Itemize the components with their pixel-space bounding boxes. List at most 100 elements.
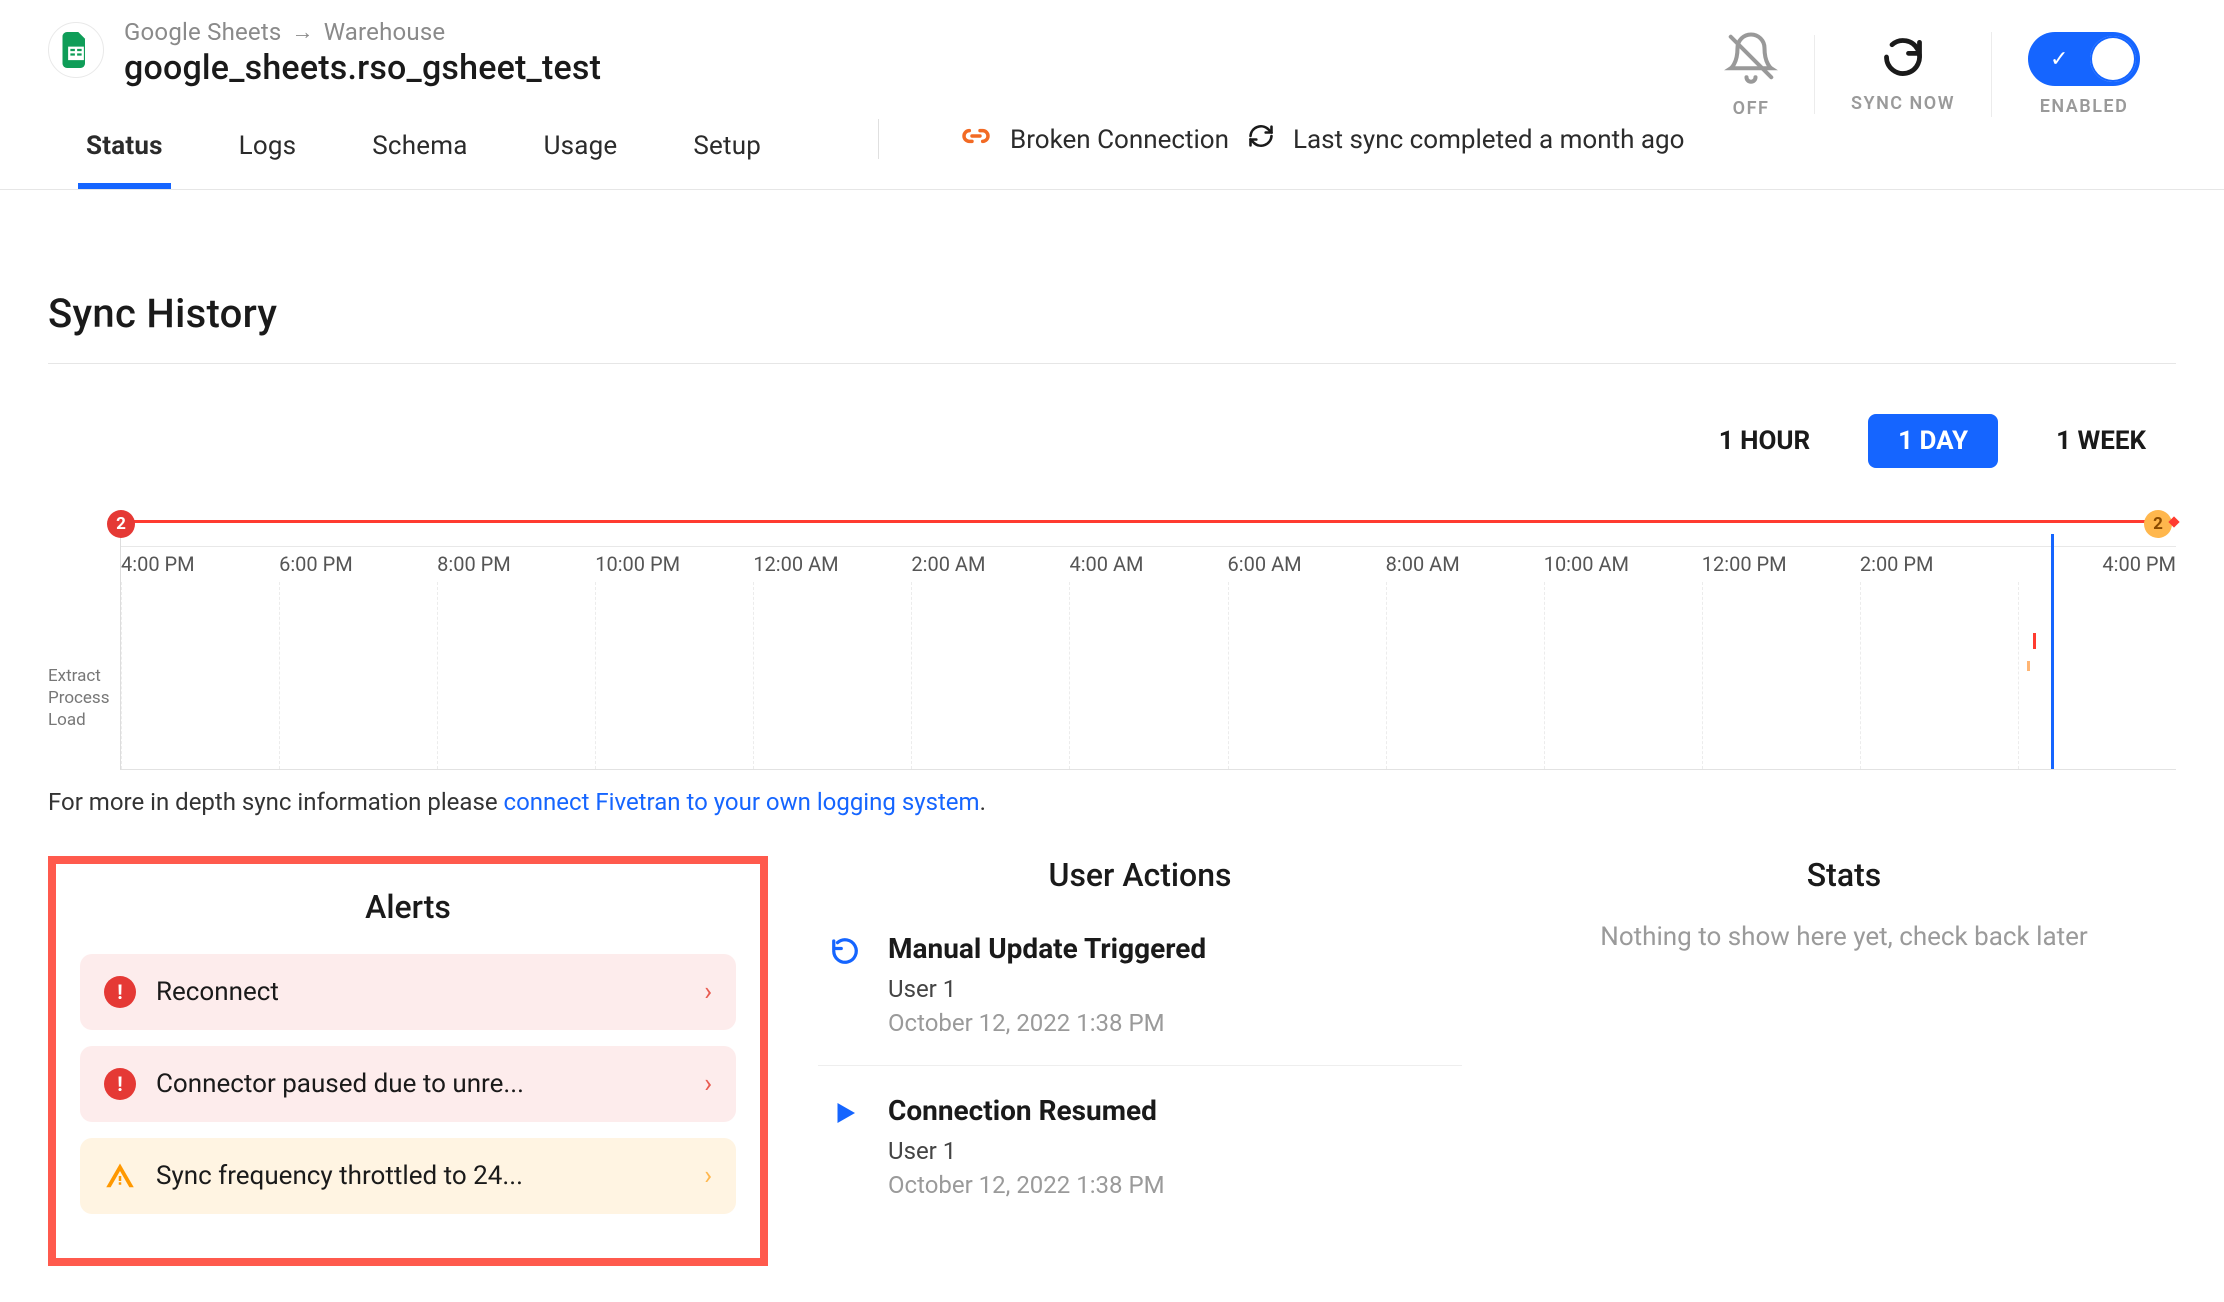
alert-reconnect[interactable]: ! Reconnect › bbox=[80, 954, 736, 1030]
ylabel-process: Process bbox=[48, 688, 108, 708]
error-icon: ! bbox=[104, 976, 136, 1008]
user-action-title: Connection Resumed bbox=[888, 1094, 1165, 1127]
user-action-user: User 1 bbox=[888, 975, 1206, 1003]
enabled-toggle[interactable]: ✓ bbox=[2028, 32, 2140, 86]
xlabel: 12:00 PM bbox=[1702, 552, 1860, 576]
bell-off-icon bbox=[1724, 30, 1778, 88]
header-right: OFF SYNC NOW ✓ ENABLED bbox=[1688, 30, 2176, 119]
user-action-item[interactable]: Manual Update Triggered User 1 October 1… bbox=[818, 922, 1462, 1065]
chevron-right-icon: › bbox=[704, 977, 712, 1007]
notifications-toggle[interactable]: OFF bbox=[1688, 30, 1814, 119]
divider bbox=[48, 363, 2176, 364]
alert-text: Reconnect bbox=[156, 977, 684, 1007]
toggle-knob bbox=[2090, 36, 2136, 82]
xlabel: 4:00 PM bbox=[121, 552, 279, 576]
user-actions-title: User Actions bbox=[808, 856, 1472, 894]
xlabel: 2:00 AM bbox=[911, 552, 1069, 576]
range-selector: 1 HOUR 1 DAY 1 WEEK bbox=[48, 414, 2176, 468]
broken-link-icon bbox=[960, 120, 992, 159]
tabs: Status Logs Schema Usage Setup bbox=[78, 117, 769, 189]
range-1hour[interactable]: 1 HOUR bbox=[1689, 414, 1840, 468]
error-icon: ! bbox=[104, 1068, 136, 1100]
user-action-body: Connection Resumed User 1 October 12, 20… bbox=[888, 1094, 1165, 1199]
user-action-title: Manual Update Triggered bbox=[888, 932, 1206, 965]
user-action-time: October 12, 2022 1:38 PM bbox=[888, 1171, 1165, 1199]
xlabel: 10:00 AM bbox=[1544, 552, 1702, 576]
user-action-user: User 1 bbox=[888, 1137, 1165, 1165]
alert-text: Sync frequency throttled to 24... bbox=[156, 1161, 684, 1191]
alert-connector-paused[interactable]: ! Connector paused due to unre... › bbox=[80, 1046, 736, 1122]
page-title: google_sheets.rso_gsheet_test bbox=[124, 48, 601, 88]
user-action-body: Manual Update Triggered User 1 October 1… bbox=[888, 932, 1206, 1037]
sync-history-title: Sync History bbox=[48, 290, 2176, 337]
sync-icon bbox=[1247, 122, 1275, 157]
error-span-line bbox=[121, 520, 2164, 523]
range-1week[interactable]: 1 WEEK bbox=[2026, 414, 2176, 468]
user-actions-list: Manual Update Triggered User 1 October 1… bbox=[808, 922, 1472, 1227]
lower-columns: Alerts ! Reconnect › ! Connector paused … bbox=[48, 856, 2176, 1266]
error-badge-end[interactable]: 2 bbox=[2144, 510, 2172, 538]
xlabel: 12:00 AM bbox=[753, 552, 911, 576]
sync-timeline-chart: Extract Process Load 2 2 4:00 PM 6:00 PM… bbox=[48, 510, 2176, 770]
breadcrumb: Google Sheets → Warehouse bbox=[124, 18, 601, 46]
refresh-icon bbox=[1881, 35, 1925, 83]
ylabel-load: Load bbox=[48, 710, 108, 730]
alerts-title: Alerts bbox=[80, 888, 736, 926]
tab-setup[interactable]: Setup bbox=[685, 117, 769, 189]
alert-sync-throttled[interactable]: Sync frequency throttled to 24... › bbox=[80, 1138, 736, 1214]
status-last-sync-text: Last sync completed a month ago bbox=[1293, 125, 1684, 155]
x-axis-labels: 4:00 PM 6:00 PM 8:00 PM 10:00 PM 12:00 A… bbox=[121, 552, 2176, 576]
tab-logs[interactable]: Logs bbox=[231, 117, 305, 189]
sync-now-button[interactable]: SYNC NOW bbox=[1814, 35, 1991, 114]
chevron-right-icon: › bbox=[704, 1069, 712, 1099]
xlabel: 6:00 AM bbox=[1228, 552, 1386, 576]
warning-icon bbox=[104, 1160, 136, 1192]
ylabel-extract: Extract bbox=[48, 666, 108, 686]
status-line: Broken Connection Last sync completed a … bbox=[960, 120, 1684, 159]
current-time-line bbox=[2051, 534, 2054, 769]
tab-schema[interactable]: Schema bbox=[364, 117, 475, 189]
chart-footnote: For more in depth sync information pleas… bbox=[48, 788, 2176, 816]
xlabel: 4:00 PM bbox=[2018, 552, 2176, 576]
xlabel: 2:00 PM bbox=[1860, 552, 2018, 576]
refresh-icon bbox=[828, 932, 862, 966]
play-icon bbox=[828, 1094, 862, 1128]
footnote-link[interactable]: connect Fivetran to your own logging sys… bbox=[504, 788, 980, 816]
enabled-toggle-wrap: ✓ ENABLED bbox=[1991, 32, 2176, 117]
footnote-suffix: . bbox=[980, 788, 986, 816]
chart-grid bbox=[121, 582, 2176, 769]
process-marker bbox=[2027, 661, 2030, 671]
tab-usage[interactable]: Usage bbox=[536, 117, 626, 189]
google-sheets-icon bbox=[48, 22, 104, 78]
alert-text: Connector paused due to unre... bbox=[156, 1069, 684, 1099]
xlabel: 6:00 PM bbox=[279, 552, 437, 576]
alerts-panel: Alerts ! Reconnect › ! Connector paused … bbox=[48, 856, 768, 1266]
arrow-right-icon: → bbox=[291, 19, 313, 45]
notifications-label: OFF bbox=[1733, 98, 1770, 119]
xlabel: 8:00 AM bbox=[1386, 552, 1544, 576]
status-broken-text: Broken Connection bbox=[1010, 125, 1229, 155]
xlabel: 8:00 PM bbox=[437, 552, 595, 576]
breadcrumb-dest: Warehouse bbox=[324, 18, 446, 46]
main: Sync History 1 HOUR 1 DAY 1 WEEK Extract… bbox=[0, 190, 2224, 1266]
divider bbox=[878, 119, 879, 159]
range-1day[interactable]: 1 DAY bbox=[1868, 414, 1998, 468]
breadcrumb-source: Google Sheets bbox=[124, 18, 281, 46]
stats-title: Stats bbox=[1512, 856, 2176, 894]
error-badge-start[interactable]: 2 bbox=[107, 510, 135, 538]
stats-panel: Stats Nothing to show here yet, check ba… bbox=[1512, 856, 2176, 952]
user-action-item[interactable]: Connection Resumed User 1 October 12, 20… bbox=[818, 1065, 1462, 1227]
extract-marker bbox=[2033, 633, 2036, 649]
chart-y-labels: Extract Process Load bbox=[48, 510, 108, 770]
chevron-right-icon: › bbox=[704, 1161, 712, 1191]
chart-area[interactable]: 2 2 4:00 PM 6:00 PM 8:00 PM 10:00 PM 12:… bbox=[120, 510, 2176, 770]
header: Google Sheets → Warehouse google_sheets.… bbox=[0, 0, 2224, 190]
xlabel: 4:00 AM bbox=[1069, 552, 1227, 576]
x-axis bbox=[121, 546, 2176, 547]
xlabel: 10:00 PM bbox=[595, 552, 753, 576]
stats-empty-text: Nothing to show here yet, check back lat… bbox=[1512, 922, 2176, 952]
sync-now-label: SYNC NOW bbox=[1851, 93, 1955, 114]
user-actions-panel: User Actions Manual Update Triggered Use… bbox=[808, 856, 1472, 1227]
user-action-time: October 12, 2022 1:38 PM bbox=[888, 1009, 1206, 1037]
tab-status[interactable]: Status bbox=[78, 117, 171, 189]
